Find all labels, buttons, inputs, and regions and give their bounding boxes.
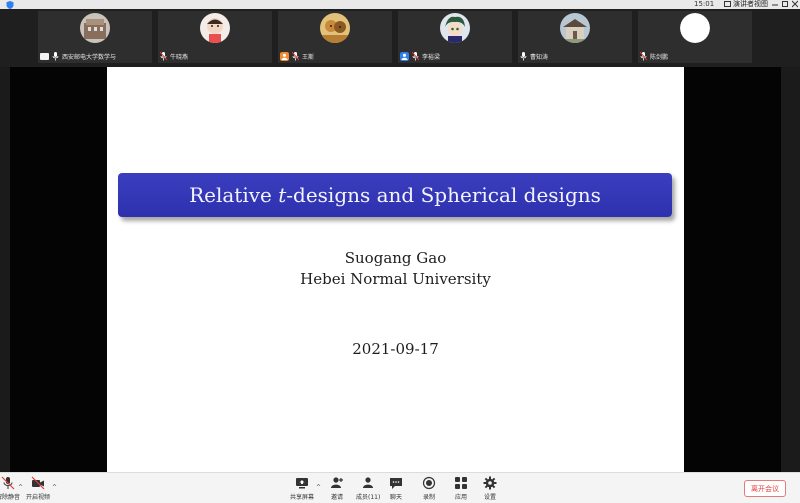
participant-tile[interactable]: 牛晓燕	[158, 11, 272, 63]
slide-title-italic-t: t	[278, 183, 287, 207]
mute-button[interactable]: 解除静音	[0, 476, 20, 501]
mic-muted-icon	[1, 476, 15, 490]
participant-name: 西安邮电大学数学与	[62, 53, 117, 61]
participant-tile[interactable]: 曹知涛	[518, 11, 632, 63]
settings-button[interactable]: 设置	[483, 476, 497, 501]
avatar	[200, 13, 230, 43]
slide-author: Suogang Gao	[344, 249, 447, 267]
slide-date: 2021-09-17	[352, 340, 439, 358]
apps-icon	[455, 477, 467, 489]
participant-name: 牛晓燕	[170, 53, 189, 61]
leave-meeting-button[interactable]: 离开会议	[744, 480, 786, 497]
view-switch-button[interactable]: 演讲者视图	[724, 0, 768, 8]
members-icon	[363, 477, 374, 488]
avatar	[80, 13, 110, 43]
mic-muted-icon	[640, 51, 647, 60]
record-label: 录制	[422, 494, 435, 501]
chevron-up-icon[interactable]: ^	[316, 484, 321, 491]
participant-label: 曹知涛	[520, 50, 548, 62]
record-icon	[422, 476, 436, 490]
chat-label: 聊天	[389, 494, 402, 501]
avatar	[680, 13, 710, 43]
participant-label: 陈剑鹏	[640, 50, 668, 62]
participant-label: 李裕梁	[400, 50, 440, 62]
mute-label: 解除静音	[0, 494, 21, 501]
chat-button[interactable]: 聊天	[389, 476, 403, 501]
participant-name: 陈剑鹏	[650, 53, 669, 61]
participant-tile[interactable]: 王斯	[278, 11, 392, 63]
video-off-icon	[31, 476, 45, 490]
share-screen-icon	[296, 478, 308, 489]
video-label: 开启视频	[26, 494, 51, 501]
mic-icon	[52, 51, 59, 60]
apps-label: 应用	[454, 494, 467, 501]
gear-icon	[483, 476, 497, 490]
clock: 15:01	[694, 0, 715, 8]
grid-icon	[724, 1, 731, 7]
participant-tile[interactable]: 陈剑鹏	[638, 11, 752, 63]
close-icon[interactable]	[792, 0, 798, 8]
participant-name: 王斯	[302, 53, 315, 61]
participant-label: 王斯	[280, 50, 314, 62]
minimize-icon[interactable]	[772, 0, 778, 8]
letterbox-left	[10, 67, 107, 472]
participant-name: 曹知涛	[530, 53, 549, 61]
meeting-toolbar: 解除静音 ^ 开启视频 ^ 共享屏幕 ^ 邀请 成员(11) 聊天 录制	[0, 472, 800, 503]
slide-title: Relative t-designs and Spherical designs	[189, 183, 601, 207]
title-bar: 15:01 演讲者视图	[0, 0, 800, 9]
share-screen-button[interactable]: 共享屏幕	[290, 476, 314, 501]
participant-strip: 西安邮电大学数学与 牛晓燕 王斯 李裕梁 曹知涛 陈剑鹏	[0, 9, 800, 67]
participant-name: 李裕梁	[422, 53, 441, 61]
mic-muted-icon	[412, 51, 419, 60]
meeting-window: 15:01 演讲者视图 西安邮电大学数学与 牛晓燕 王斯 李裕梁 曹知涛 陈剑鹏…	[0, 0, 800, 503]
apps-button[interactable]: 应用	[454, 476, 468, 501]
host-icon	[280, 51, 289, 61]
mic-icon	[520, 51, 527, 60]
mic-muted-icon	[292, 51, 299, 60]
slide-affiliation: Hebei Normal University	[300, 270, 491, 288]
members-label: 成员(11)	[356, 494, 381, 501]
avatar	[560, 13, 590, 43]
view-label: 演讲者视图	[733, 0, 768, 8]
shared-screen: Relative t-designs and Spherical designs…	[0, 67, 800, 472]
presentation-slide: Relative t-designs and Spherical designs…	[107, 67, 684, 472]
add-user-icon	[331, 477, 343, 488]
avatar	[440, 13, 470, 43]
participant-label: 西安邮电大学数学与	[40, 50, 116, 62]
invite-label: 邀请	[330, 494, 343, 501]
chat-icon	[390, 478, 402, 489]
video-button[interactable]: 开启视频	[26, 476, 50, 501]
members-button[interactable]: 成员(11)	[356, 476, 380, 501]
participant-tile[interactable]: 西安邮电大学数学与	[38, 11, 152, 63]
maximize-icon[interactable]	[782, 0, 788, 8]
settings-label: 设置	[483, 494, 496, 501]
mic-muted-icon	[160, 51, 167, 60]
chevron-up-icon[interactable]: ^	[52, 484, 57, 491]
record-button[interactable]: 录制	[422, 476, 436, 501]
chevron-up-icon[interactable]: ^	[18, 484, 23, 491]
avatar	[320, 13, 350, 43]
participant-tile[interactable]: 李裕梁	[398, 11, 512, 63]
invite-button[interactable]: 邀请	[330, 476, 344, 501]
participant-label: 牛晓燕	[160, 50, 188, 62]
screen-share-icon	[40, 52, 49, 60]
letterbox-right	[684, 67, 781, 472]
share-screen-label: 共享屏幕	[290, 494, 315, 501]
slide-title-box: Relative t-designs and Spherical designs	[118, 173, 672, 217]
shield-icon	[6, 1, 14, 9]
cohost-icon	[400, 51, 409, 61]
